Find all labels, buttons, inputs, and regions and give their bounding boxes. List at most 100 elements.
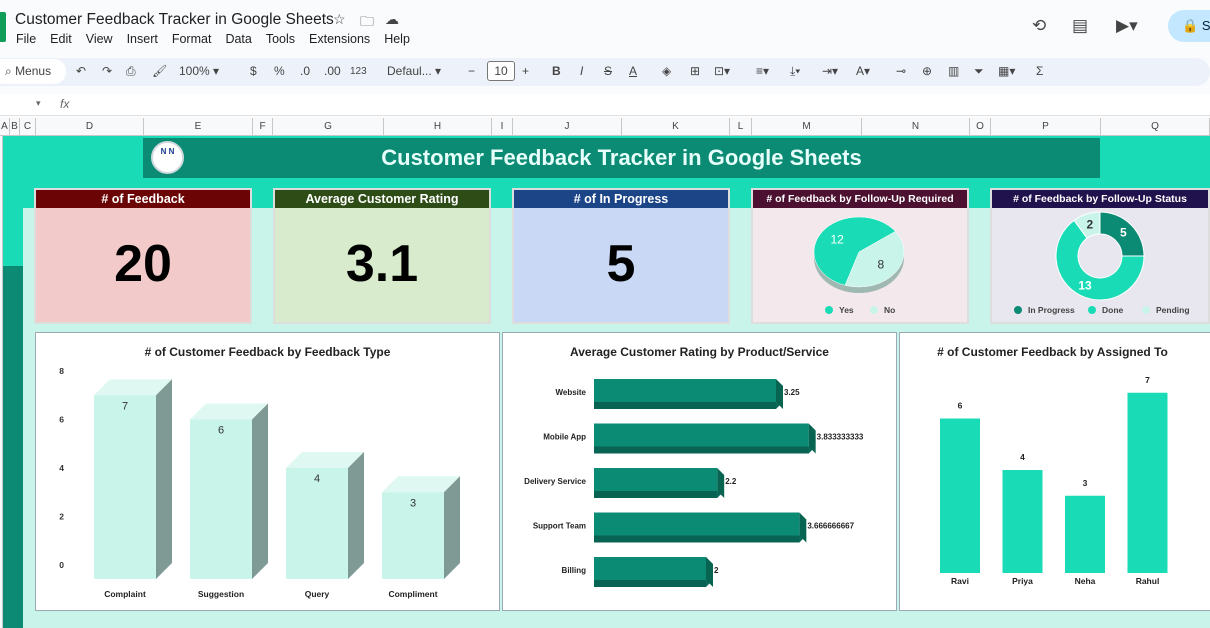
- bar-data-label: 3: [410, 497, 416, 509]
- chart-panel-assigned-to[interactable]: # of Customer Feedback by Assigned To 6R…: [899, 332, 1210, 611]
- menu-view[interactable]: View: [86, 32, 113, 46]
- x-tick-label: Complaint: [104, 589, 146, 599]
- undo-icon[interactable]: ↶: [76, 64, 86, 78]
- document-title[interactable]: Customer Feedback Tracker in Google Shee…: [15, 11, 334, 29]
- cloud-status-icon[interactable]: ☁: [385, 11, 399, 28]
- bar-data-label: 3.666666667: [807, 522, 854, 531]
- print-icon[interactable]: ⎙: [126, 64, 136, 79]
- chart-panel-feedback-type[interactable]: # of Customer Feedback by Feedback Type …: [35, 332, 500, 611]
- font-size-input[interactable]: 10: [487, 61, 515, 81]
- increase-font-size-icon[interactable]: +: [522, 64, 529, 78]
- bar-complaint: [94, 379, 172, 579]
- sheet-grid[interactable]: N N Customer Feedback Tracker in Google …: [0, 136, 1210, 628]
- bold-button[interactable]: B: [552, 64, 561, 78]
- decrease-decimal-button[interactable]: .0: [300, 64, 310, 78]
- legend-entry: In Progress: [1028, 305, 1075, 315]
- chart-title: # of Feedback by Follow-Up Status: [992, 190, 1208, 208]
- y-tick-label: Billing: [562, 566, 587, 575]
- bar-data-label: 4: [314, 473, 320, 485]
- bar-side: [156, 379, 172, 579]
- x-tick-label: Neha: [1075, 576, 1096, 586]
- bar-delivery-service: [594, 468, 725, 498]
- sheets-logo-icon[interactable]: [0, 12, 6, 42]
- share-button[interactable]: 🔒 S: [1168, 10, 1210, 42]
- star-icon[interactable]: ☆: [333, 11, 346, 28]
- decrease-font-size-icon[interactable]: −: [468, 64, 475, 78]
- column-header[interactable]: G: [273, 118, 384, 136]
- version-history-icon[interactable]: ⟲: [1032, 16, 1046, 36]
- number-format-button[interactable]: 123: [350, 66, 367, 77]
- column-header[interactable]: L: [730, 118, 752, 136]
- paint-format-icon[interactable]: 🖌: [152, 64, 167, 78]
- name-box-dropdown-icon[interactable]: ▾: [36, 98, 41, 109]
- menu-insert[interactable]: Insert: [127, 32, 158, 46]
- chart-card-follow-up-required: # of Feedback by Follow-Up Required 12 8 …: [751, 188, 969, 324]
- fill-color-icon[interactable]: ◈: [662, 64, 671, 78]
- chart-title: # of Feedback by Follow-Up Required: [753, 190, 967, 208]
- font-select[interactable]: Defaul... ▾: [387, 64, 441, 78]
- horizontal-align-icon[interactable]: ≡▾: [756, 64, 769, 78]
- x-tick-label: Priya: [1012, 576, 1033, 586]
- filter-icon[interactable]: ⏷: [974, 64, 984, 79]
- legend-swatch: [1142, 306, 1150, 314]
- insert-comment-icon[interactable]: ⊕: [922, 64, 932, 78]
- column-header[interactable]: O: [970, 118, 991, 136]
- column-header[interactable]: E: [144, 118, 253, 136]
- menu-help[interactable]: Help: [384, 32, 410, 46]
- italic-button[interactable]: I: [580, 64, 583, 78]
- vertical-align-icon[interactable]: ⤓▾: [790, 64, 800, 79]
- insert-link-icon[interactable]: ⊸: [896, 64, 906, 78]
- filter-views-icon[interactable]: ▦▾: [998, 64, 1015, 78]
- text-color-button[interactable]: A: [629, 64, 637, 78]
- merge-cells-icon[interactable]: ⊡▾: [714, 64, 730, 78]
- column-header[interactable]: H: [384, 118, 492, 136]
- x-tick-label: Rahul: [1136, 576, 1160, 586]
- column-header[interactable]: A: [0, 118, 10, 136]
- menus-search-button[interactable]: ⌕ Menus: [0, 59, 66, 84]
- menu-edit[interactable]: Edit: [50, 32, 72, 46]
- title-bar: Customer Feedback Tracker in Google Shee…: [0, 0, 1210, 54]
- column-header[interactable]: M: [752, 118, 862, 136]
- column-header[interactable]: B: [10, 118, 20, 136]
- text-wrap-icon[interactable]: ⇥▾: [822, 64, 838, 78]
- bar-data-label: 6: [958, 401, 963, 411]
- bar-front: [190, 419, 252, 579]
- percent-format-button[interactable]: %: [274, 64, 285, 78]
- column-header[interactable]: N: [862, 118, 970, 136]
- bar-front: [594, 379, 776, 402]
- redo-icon[interactable]: ↷: [102, 64, 112, 78]
- menu-tools[interactable]: Tools: [266, 32, 295, 46]
- bar-front: [94, 395, 156, 579]
- menu-format[interactable]: Format: [172, 32, 212, 46]
- meet-video-icon[interactable]: ▶▾: [1116, 16, 1138, 36]
- column-header[interactable]: C: [20, 118, 36, 136]
- bar-front: [594, 512, 800, 536]
- menu-extensions[interactable]: Extensions: [309, 32, 370, 46]
- dashboard-left-bar: [3, 266, 23, 628]
- column-header[interactable]: D: [36, 118, 144, 136]
- bar-base: [594, 491, 718, 498]
- strikethrough-button[interactable]: S: [604, 64, 612, 78]
- bar-mobile-app: [594, 423, 816, 454]
- column-header[interactable]: Q: [1101, 118, 1210, 136]
- menu-file[interactable]: File: [16, 32, 36, 46]
- toolbar: ⌕ Menus ↶ ↷ ⎙ 🖌 100% ▾ $ % .0 .00 123 De…: [0, 58, 1210, 86]
- column-header[interactable]: J: [513, 118, 622, 136]
- chart-panel-rating-by-product[interactable]: Average Customer Rating by Product/Servi…: [502, 332, 897, 611]
- functions-icon[interactable]: Σ: [1036, 64, 1043, 78]
- text-rotation-icon[interactable]: A▾: [856, 64, 870, 78]
- increase-decimal-button[interactable]: .00: [324, 64, 341, 78]
- menu-data[interactable]: Data: [225, 32, 251, 46]
- borders-icon[interactable]: ⊞: [690, 64, 700, 78]
- currency-format-button[interactable]: $: [250, 64, 257, 78]
- column-header[interactable]: K: [622, 118, 730, 136]
- insert-chart-icon[interactable]: ▥: [948, 64, 959, 78]
- comments-icon[interactable]: ▤: [1072, 16, 1088, 36]
- zoom-select[interactable]: 100% ▾: [179, 64, 219, 78]
- column-header[interactable]: P: [991, 118, 1101, 136]
- column-header[interactable]: F: [253, 118, 273, 136]
- legend-swatch: [870, 306, 878, 314]
- column-header[interactable]: I: [492, 118, 513, 136]
- chart-card-follow-up-status: # of Feedback by Follow-Up Status 5 13 2 I…: [990, 188, 1210, 324]
- x-tick-label: Ravi: [951, 576, 969, 586]
